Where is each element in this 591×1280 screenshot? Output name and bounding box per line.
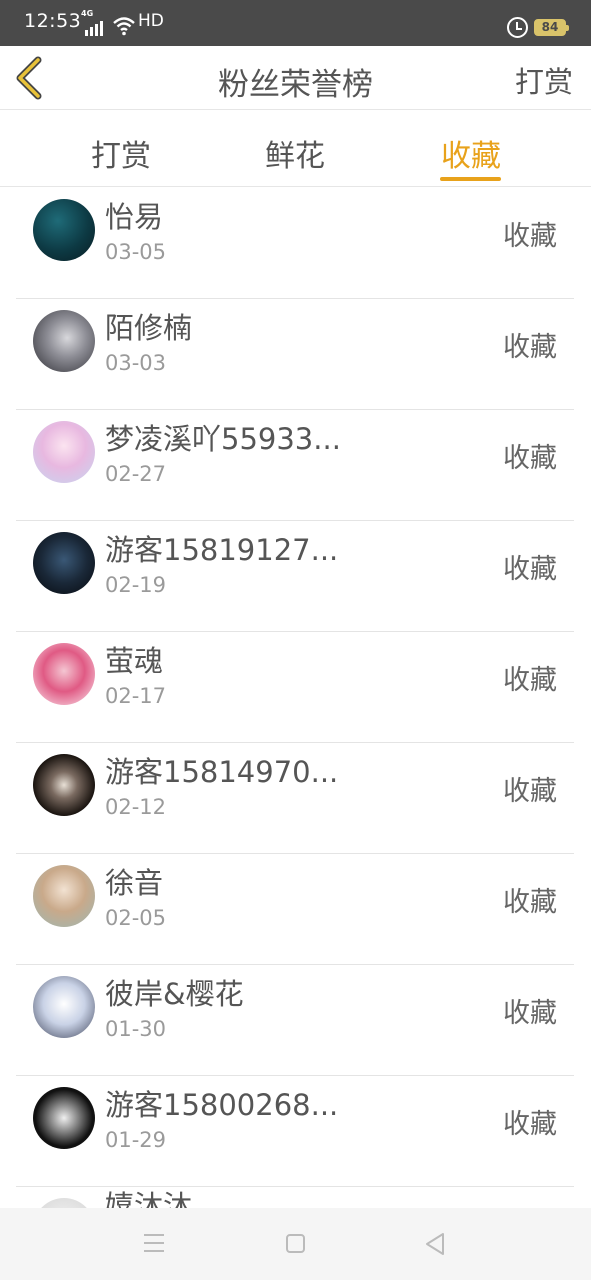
list-item-action: 收藏 <box>503 665 557 696</box>
list-item[interactable]: 陌修楠 03-03 收藏 <box>16 299 574 410</box>
home-icon[interactable] <box>286 1234 305 1253</box>
list-item-date: 02-05 <box>105 906 167 930</box>
list-item-date: 03-05 <box>105 240 167 264</box>
list-item[interactable]: 彼岸&樱花 01-30 收藏 <box>16 965 574 1076</box>
tab-bar: 打赏 鲜花 收藏 <box>0 111 591 187</box>
wifi-icon <box>113 17 135 36</box>
list-item-name: 萤魂 <box>105 644 164 678</box>
list-item-name: 陌修楠 <box>105 311 193 345</box>
list-item[interactable]: 梦凌溪吖55933... 02-27 收藏 <box>16 410 574 521</box>
list-item-name: 游客15814970... <box>105 755 339 789</box>
list-item[interactable]: 萤魂 02-17 收藏 <box>16 632 574 743</box>
status-time: 12:53 <box>24 10 82 32</box>
list-item-name: 彼岸&樱花 <box>105 977 244 1011</box>
tab-favorites[interactable]: 收藏 <box>441 131 501 175</box>
list-item-name: 徐音 <box>105 866 164 900</box>
avatar <box>33 1087 95 1149</box>
list-item-date: 02-17 <box>105 684 167 708</box>
alarm-icon <box>507 17 528 38</box>
avatar <box>33 310 95 372</box>
avatar <box>33 199 95 261</box>
hd-indicator: HD <box>138 11 164 31</box>
list-item[interactable]: 徐音 02-05 收藏 <box>16 854 574 965</box>
list-item-action: 收藏 <box>503 776 557 807</box>
list-item-date: 01-29 <box>105 1128 167 1152</box>
list-item[interactable]: 怡易 03-05 收藏 <box>16 188 574 299</box>
list-item-action: 收藏 <box>503 332 557 363</box>
list-item-action: 收藏 <box>503 443 557 474</box>
avatar <box>33 421 95 483</box>
list-item-action: 收藏 <box>503 998 557 1029</box>
list-item-date: 02-27 <box>105 462 167 486</box>
avatar <box>33 532 95 594</box>
list-item-action: 收藏 <box>503 554 557 585</box>
system-nav-bar <box>0 1208 591 1280</box>
list-item-action: 收藏 <box>503 887 557 918</box>
list-item-date: 02-19 <box>105 573 167 597</box>
tab-flowers[interactable]: 鲜花 <box>265 131 325 175</box>
header: 粉丝荣誉榜 打赏 <box>0 46 591 110</box>
avatar <box>33 1198 95 1208</box>
list-item-name: 游客15800268... <box>105 1088 339 1122</box>
list-item-date: 02-12 <box>105 795 167 819</box>
list-item-action: 收藏 <box>503 1109 557 1140</box>
list-item[interactable]: 游客15819127... 02-19 收藏 <box>16 521 574 632</box>
list-item[interactable]: 游客15800268... 01-29 收藏 <box>16 1076 574 1187</box>
list-item-date: 03-03 <box>105 351 167 375</box>
battery-icon: 84 <box>534 19 569 36</box>
network-type: 4G <box>81 9 94 18</box>
list-item-name: 嬉沐沐 <box>105 1189 193 1208</box>
status-bar: 12:53 4G HD 84 <box>0 0 591 46</box>
avatar <box>33 754 95 816</box>
avatar <box>33 643 95 705</box>
list-item-name: 游客15819127... <box>105 533 339 567</box>
back-triangle-icon[interactable] <box>424 1232 446 1256</box>
fan-list: 怡易 03-05 收藏 陌修楠 03-03 收藏 梦凌溪吖55933... 02… <box>0 188 591 1208</box>
active-tab-indicator <box>440 177 501 181</box>
list-item-name: 怡易 <box>105 200 164 234</box>
page-title: 粉丝荣誉榜 <box>218 67 373 103</box>
menu-icon[interactable] <box>144 1234 164 1252</box>
list-item[interactable]: 嬉沐沐 <box>16 1187 574 1208</box>
tab-reward[interactable]: 打赏 <box>91 131 151 175</box>
list-item-date: 01-30 <box>105 1017 167 1041</box>
avatar <box>33 865 95 927</box>
battery-level: 84 <box>541 20 559 34</box>
list-item[interactable]: 游客15814970... 02-12 收藏 <box>16 743 574 854</box>
list-item-action: 收藏 <box>503 221 557 252</box>
signal-icon <box>82 18 104 36</box>
list-item-name: 梦凌溪吖55933... <box>105 422 341 456</box>
avatar <box>33 976 95 1038</box>
reward-header-button[interactable]: 打赏 <box>515 59 573 101</box>
